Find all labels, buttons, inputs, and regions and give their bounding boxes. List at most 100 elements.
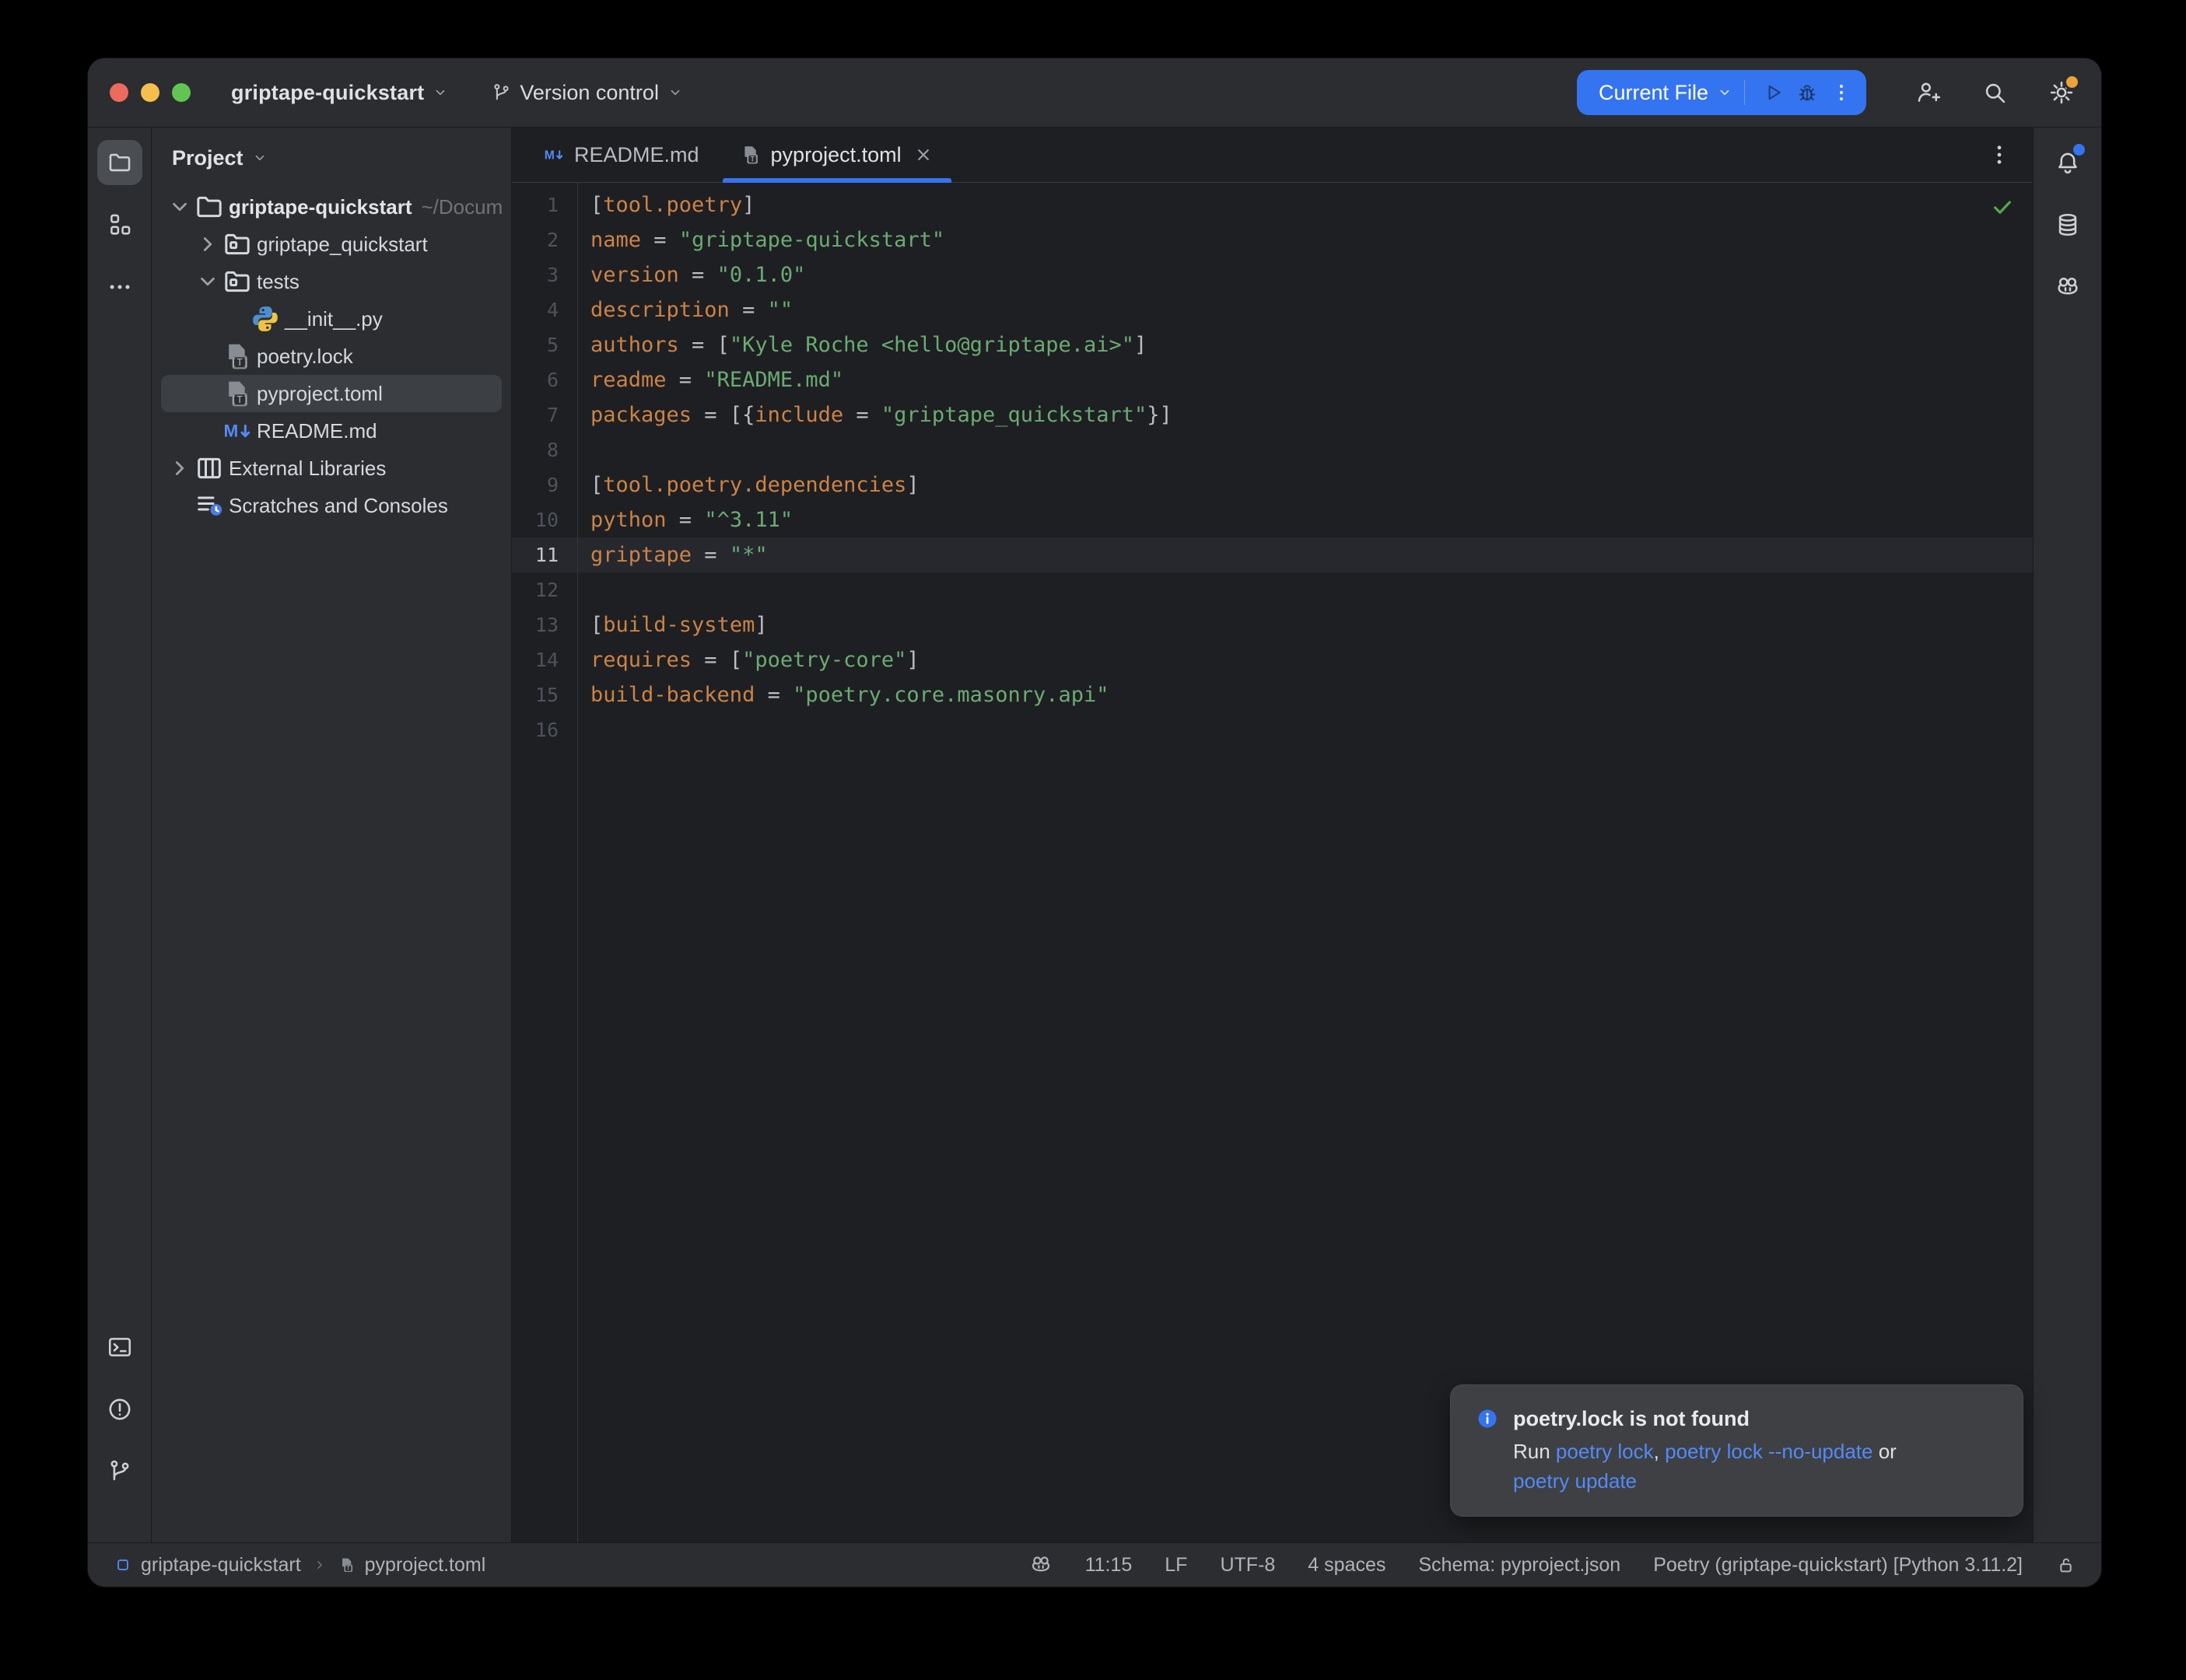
code-line[interactable]: 7packages = [{include = "griptape_quicks… — [512, 397, 2033, 432]
code-line[interactable]: 12 — [512, 572, 2033, 607]
debug-button[interactable] — [1790, 75, 1824, 110]
readonly-toggle[interactable] — [2055, 1555, 2076, 1576]
chevron-right-icon[interactable] — [194, 230, 222, 258]
project-tool-button[interactable] — [97, 140, 142, 185]
notification-text: , — [1654, 1440, 1665, 1463]
search-button[interactable] — [1978, 76, 2011, 109]
code-line[interactable]: 15build-backend = "poetry.core.masonry.a… — [512, 677, 2033, 712]
problems-tool-button[interactable] — [97, 1387, 142, 1432]
line-number[interactable]: 8 — [512, 439, 577, 461]
line-number[interactable]: 1 — [512, 194, 577, 216]
window-controls — [110, 83, 191, 102]
code-line[interactable]: 16 — [512, 712, 2033, 747]
notification-link[interactable]: poetry update — [1513, 1469, 1637, 1493]
code-line[interactable]: 6readme = "README.md" — [512, 362, 2033, 397]
database-icon — [2055, 212, 2081, 238]
code-line[interactable]: 1[tool.poetry] — [512, 187, 2033, 222]
vcs-tool-button[interactable] — [97, 1449, 142, 1494]
breadcrumb-project[interactable]: griptape-quickstart — [114, 1554, 301, 1577]
tree-item-pyproject-toml[interactable]: [T]pyproject.toml — [161, 375, 502, 412]
close-button[interactable] — [110, 83, 128, 102]
line-number[interactable]: 7 — [512, 404, 577, 426]
tab-readme-md[interactable]: MREADME.md — [523, 128, 720, 182]
inspections-ok-icon[interactable] — [1991, 195, 2014, 219]
close-icon[interactable] — [913, 144, 934, 166]
notifications-button[interactable] — [2045, 140, 2090, 185]
ai-assistant-button[interactable] — [2045, 264, 2090, 310]
tree-item-root[interactable]: griptape-quickstart~/Docume — [161, 188, 502, 226]
code-line[interactable]: 5authors = ["Kyle Roche <hello@griptape.… — [512, 327, 2033, 362]
line-number[interactable]: 10 — [512, 509, 577, 531]
notification-link[interactable]: poetry lock --no-update — [1665, 1440, 1872, 1463]
editor-area: MREADME.md [T] pyproject.toml 1[tool.poetr… — [512, 128, 2033, 1542]
more-actions-button[interactable] — [1824, 75, 1858, 110]
minimize-button[interactable] — [141, 83, 159, 102]
line-number[interactable]: 11 — [512, 544, 577, 566]
vcs-widget[interactable]: Version control — [491, 81, 684, 105]
tree-item-griptape-quickstart-pkg[interactable]: griptape_quickstart — [161, 226, 502, 263]
ai-assistant-widget[interactable] — [1029, 1553, 1053, 1577]
chevron-down-icon[interactable] — [166, 193, 194, 221]
project-square-icon — [114, 1556, 131, 1573]
line-number[interactable]: 6 — [512, 369, 577, 391]
line-number[interactable]: 15 — [512, 684, 577, 706]
encoding-widget[interactable]: UTF-8 — [1220, 1554, 1275, 1577]
breadcrumb: griptape-quickstart [T]pyproject.toml — [114, 1554, 485, 1577]
tree-item-tests[interactable]: tests — [161, 263, 502, 300]
code-line[interactable]: 3version = "0.1.0" — [512, 257, 2033, 292]
code-text: version = "0.1.0" — [577, 263, 805, 287]
breadcrumb-file[interactable]: [T]pyproject.toml — [338, 1554, 486, 1577]
tab-pyproject-toml[interactable]: [T] pyproject.toml — [720, 128, 955, 182]
line-number[interactable]: 12 — [512, 579, 577, 601]
chevron-right-icon[interactable] — [166, 454, 194, 482]
project-panel-header[interactable]: Project — [152, 138, 511, 177]
code-text: packages = [{include = "griptape_quickst… — [577, 403, 1172, 427]
chevron-down-icon[interactable] — [194, 268, 222, 296]
line-number[interactable]: 2 — [512, 229, 577, 251]
code-line[interactable]: 14requires = ["poetry-core"] — [512, 642, 2033, 677]
project-selector[interactable]: griptape-quickstart — [231, 81, 449, 105]
line-number[interactable]: 16 — [512, 719, 577, 741]
code-line[interactable]: 9[tool.poetry.dependencies] — [512, 467, 2033, 502]
terminal-tool-button[interactable] — [97, 1325, 142, 1370]
svg-text:[T]: [T] — [746, 156, 758, 163]
line-number[interactable]: 14 — [512, 649, 577, 671]
database-button[interactable] — [2045, 202, 2090, 247]
code-line[interactable]: 13[build-system] — [512, 607, 2033, 642]
more-tools-button[interactable] — [97, 264, 142, 310]
line-number[interactable]: 9 — [512, 474, 577, 496]
notification-link[interactable]: poetry lock — [1556, 1440, 1654, 1463]
line-number[interactable]: 3 — [512, 264, 577, 286]
line-separator-widget[interactable]: LF — [1165, 1554, 1187, 1577]
tab-label: pyproject.toml — [771, 143, 902, 167]
line-number[interactable]: 5 — [512, 334, 577, 356]
indent-widget[interactable]: 4 spaces — [1308, 1554, 1386, 1577]
tree-item-init-py[interactable]: __init__.py — [161, 300, 502, 338]
interpreter-widget[interactable]: Poetry (griptape-quickstart) [Python 3.1… — [1653, 1554, 2023, 1577]
settings-button[interactable] — [2045, 76, 2078, 109]
cursor-position-widget[interactable]: 11:15 — [1085, 1554, 1133, 1577]
code-line[interactable]: 11griptape = "*" — [512, 537, 2033, 572]
code-line[interactable]: 2name = "griptape-quickstart" — [512, 222, 2033, 257]
tree-item-external-libraries[interactable]: External Libraries — [161, 450, 502, 487]
add-user-button[interactable] — [1911, 76, 1944, 109]
tree-item-scratches[interactable]: Scratches and Consoles — [161, 487, 502, 524]
tab-options-icon[interactable] — [1986, 142, 2013, 168]
status-widgets: 11:15 LF UTF-8 4 spaces Schema: pyproject.js… — [1029, 1553, 2076, 1577]
gutter-separator — [577, 183, 578, 1542]
line-number[interactable]: 4 — [512, 299, 577, 321]
tree-item-poetry-lock[interactable]: [T]poetry.lock — [161, 338, 502, 375]
tree-item-readme-md[interactable]: MREADME.md — [161, 412, 502, 450]
zoom-button[interactable] — [172, 83, 191, 102]
schema-widget[interactable]: Schema: pyproject.json — [1418, 1554, 1620, 1577]
code-line[interactable]: 4description = "" — [512, 292, 2033, 327]
more-dots-icon — [107, 274, 133, 300]
structure-tool-button[interactable] — [97, 202, 142, 247]
code-line[interactable]: 10python = "^3.11" — [512, 502, 2033, 537]
code-line[interactable]: 8 — [512, 432, 2033, 467]
run-button[interactable] — [1756, 75, 1790, 110]
line-number[interactable]: 13 — [512, 614, 577, 636]
tree-item-label: griptape_quickstart — [257, 233, 428, 257]
editor[interactable]: 1[tool.poetry]2name = "griptape-quicksta… — [512, 183, 2033, 1542]
run-configuration[interactable]: Current File — [1577, 70, 1866, 115]
